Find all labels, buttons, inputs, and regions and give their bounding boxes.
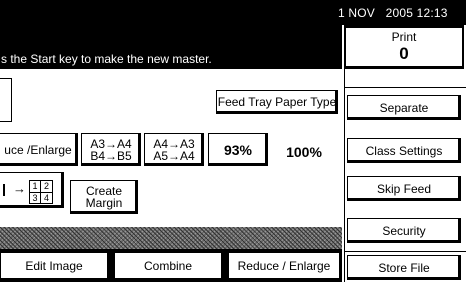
a3-to-a4-label: A3→A4 — [90, 136, 132, 151]
date-time: 1 NOV 2005 12:13 — [338, 6, 448, 20]
arrow-right-icon: → — [13, 181, 26, 196]
right-panel-separator-bottom — [344, 251, 466, 252]
original-preview-box — [0, 78, 12, 122]
store-file-button[interactable]: Store File — [347, 255, 461, 280]
tab-reduce-enlarge[interactable]: Reduce / Enlarge — [228, 252, 340, 279]
tab-combine[interactable]: Combine — [114, 252, 222, 279]
grid-cell-3: 3 — [30, 192, 41, 203]
print-count: 0 — [399, 44, 409, 63]
a4-to-a3-button[interactable]: A4→A3 A5→A4 — [144, 133, 204, 166]
page-edge-icon — [3, 184, 5, 196]
a5-to-a4-label: A5→A4 — [153, 148, 195, 163]
ratio-93-button[interactable]: 93% — [208, 133, 268, 166]
grid-cell-2: 2 — [41, 181, 52, 193]
class-settings-button[interactable]: Class Settings — [347, 138, 461, 163]
create-margin-button[interactable]: Create Margin — [70, 180, 138, 214]
b4-to-b5-label: B4→B5 — [90, 148, 132, 163]
a3-to-a4-button[interactable]: A3→A4 B4→B5 — [81, 133, 141, 166]
a4-to-a3-label: A4→A3 — [153, 136, 195, 151]
print-counter: Print 0 — [345, 27, 463, 67]
skip-feed-button[interactable]: Skip Feed — [347, 176, 461, 201]
grid-cell-1: 1 — [30, 181, 41, 193]
security-button[interactable]: Security — [347, 218, 461, 243]
current-ratio-100: 100% — [286, 144, 322, 160]
grid-cell-4: 4 — [43, 192, 49, 203]
reduce-enlarge-button[interactable]: uce /Enlarge — [0, 133, 78, 166]
message-text: s the Start key to make the new master. — [1, 52, 212, 66]
separate-button[interactable]: Separate — [347, 95, 461, 120]
combine-4-in-1-button[interactable]: → 1 2 3 4 — [0, 172, 64, 208]
create-margin-line2: Margin — [85, 196, 123, 210]
right-panel-separator — [344, 87, 466, 88]
print-label: Print — [391, 30, 417, 44]
tab-edit-image[interactable]: Edit Image — [0, 252, 108, 279]
page-grid-icon: 1 2 3 4 — [29, 180, 53, 204]
tab-area-pattern — [0, 227, 342, 249]
feed-tray-paper-type-button[interactable]: Feed Tray Paper Type — [216, 90, 338, 114]
